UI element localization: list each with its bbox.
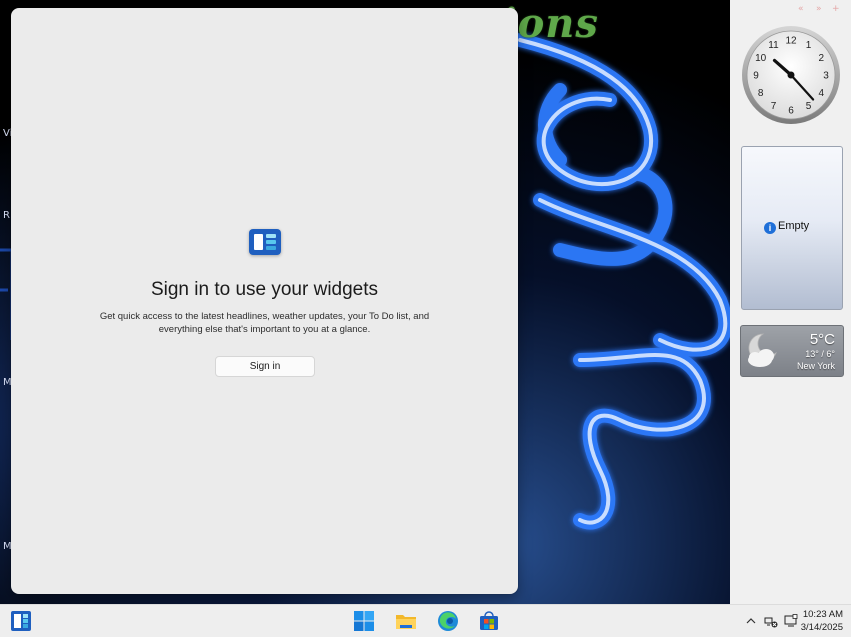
widgets-panel: Sign in to use your widgets Get quick ac…: [11, 8, 518, 594]
weather-city: New York: [796, 361, 835, 371]
desktop-icon-label[interactable]: R: [3, 210, 10, 221]
clock-number: 11: [768, 40, 779, 51]
display-icon[interactable]: [784, 614, 798, 628]
gadgets-sidebar: « » + 121234567891011 iEmpty: [730, 0, 851, 604]
slideshow-gadget[interactable]: i Empty: [741, 146, 843, 310]
clock-number: 8: [758, 88, 764, 99]
sidebar-next-icon[interactable]: »: [816, 4, 822, 14]
clock-number: 10: [755, 53, 767, 64]
weather-temperature: 5°C: [809, 331, 835, 348]
widgets-heading: Sign in to use your widgets: [150, 279, 379, 300]
clock-number: 4: [819, 88, 825, 99]
sign-in-button[interactable]: Sign in: [215, 356, 315, 377]
sidebar-prev-icon[interactable]: «: [798, 4, 804, 14]
clock-number: 5: [806, 101, 812, 112]
weather-gadget[interactable]: 5°C 13° / 6° New York: [740, 325, 844, 377]
chevron-up-icon[interactable]: [744, 614, 758, 628]
widgets-description: Get quick access to the latest headlines…: [99, 311, 430, 335]
clock-number: 6: [788, 106, 794, 117]
widgets-icon[interactable]: [10, 610, 32, 632]
sidebar-add-icon[interactable]: +: [832, 4, 840, 14]
tray-clock[interactable]: 10:23 AM 3/14/2025: [801, 608, 843, 634]
clock-number: 12: [785, 36, 797, 47]
tray-time: 10:23 AM: [802, 609, 843, 620]
clock-number: 3: [823, 71, 829, 82]
widgets-logo-icon: [249, 229, 281, 255]
network-disconnected-icon[interactable]: [764, 614, 778, 628]
clock-number: 2: [819, 53, 825, 64]
start-icon[interactable]: [353, 610, 375, 632]
partly-cloudy-night-icon: [748, 333, 777, 367]
tray-date: 3/14/2025: [800, 622, 843, 633]
info-icon: i: [764, 222, 776, 234]
clock-number: 9: [753, 71, 759, 82]
file-explorer-icon[interactable]: [395, 610, 417, 632]
edge-icon[interactable]: [437, 610, 459, 632]
slideshow-empty-label: i Empty: [764, 220, 809, 234]
weather-range: 13° / 6°: [805, 349, 835, 359]
clock-gadget[interactable]: 12 1234567891011: [740, 24, 842, 126]
clock-number: 7: [771, 101, 777, 112]
clock-number: 1: [806, 40, 812, 51]
store-icon[interactable]: [478, 610, 500, 632]
taskbar: 10:23 AM 3/14/2025: [0, 604, 851, 637]
